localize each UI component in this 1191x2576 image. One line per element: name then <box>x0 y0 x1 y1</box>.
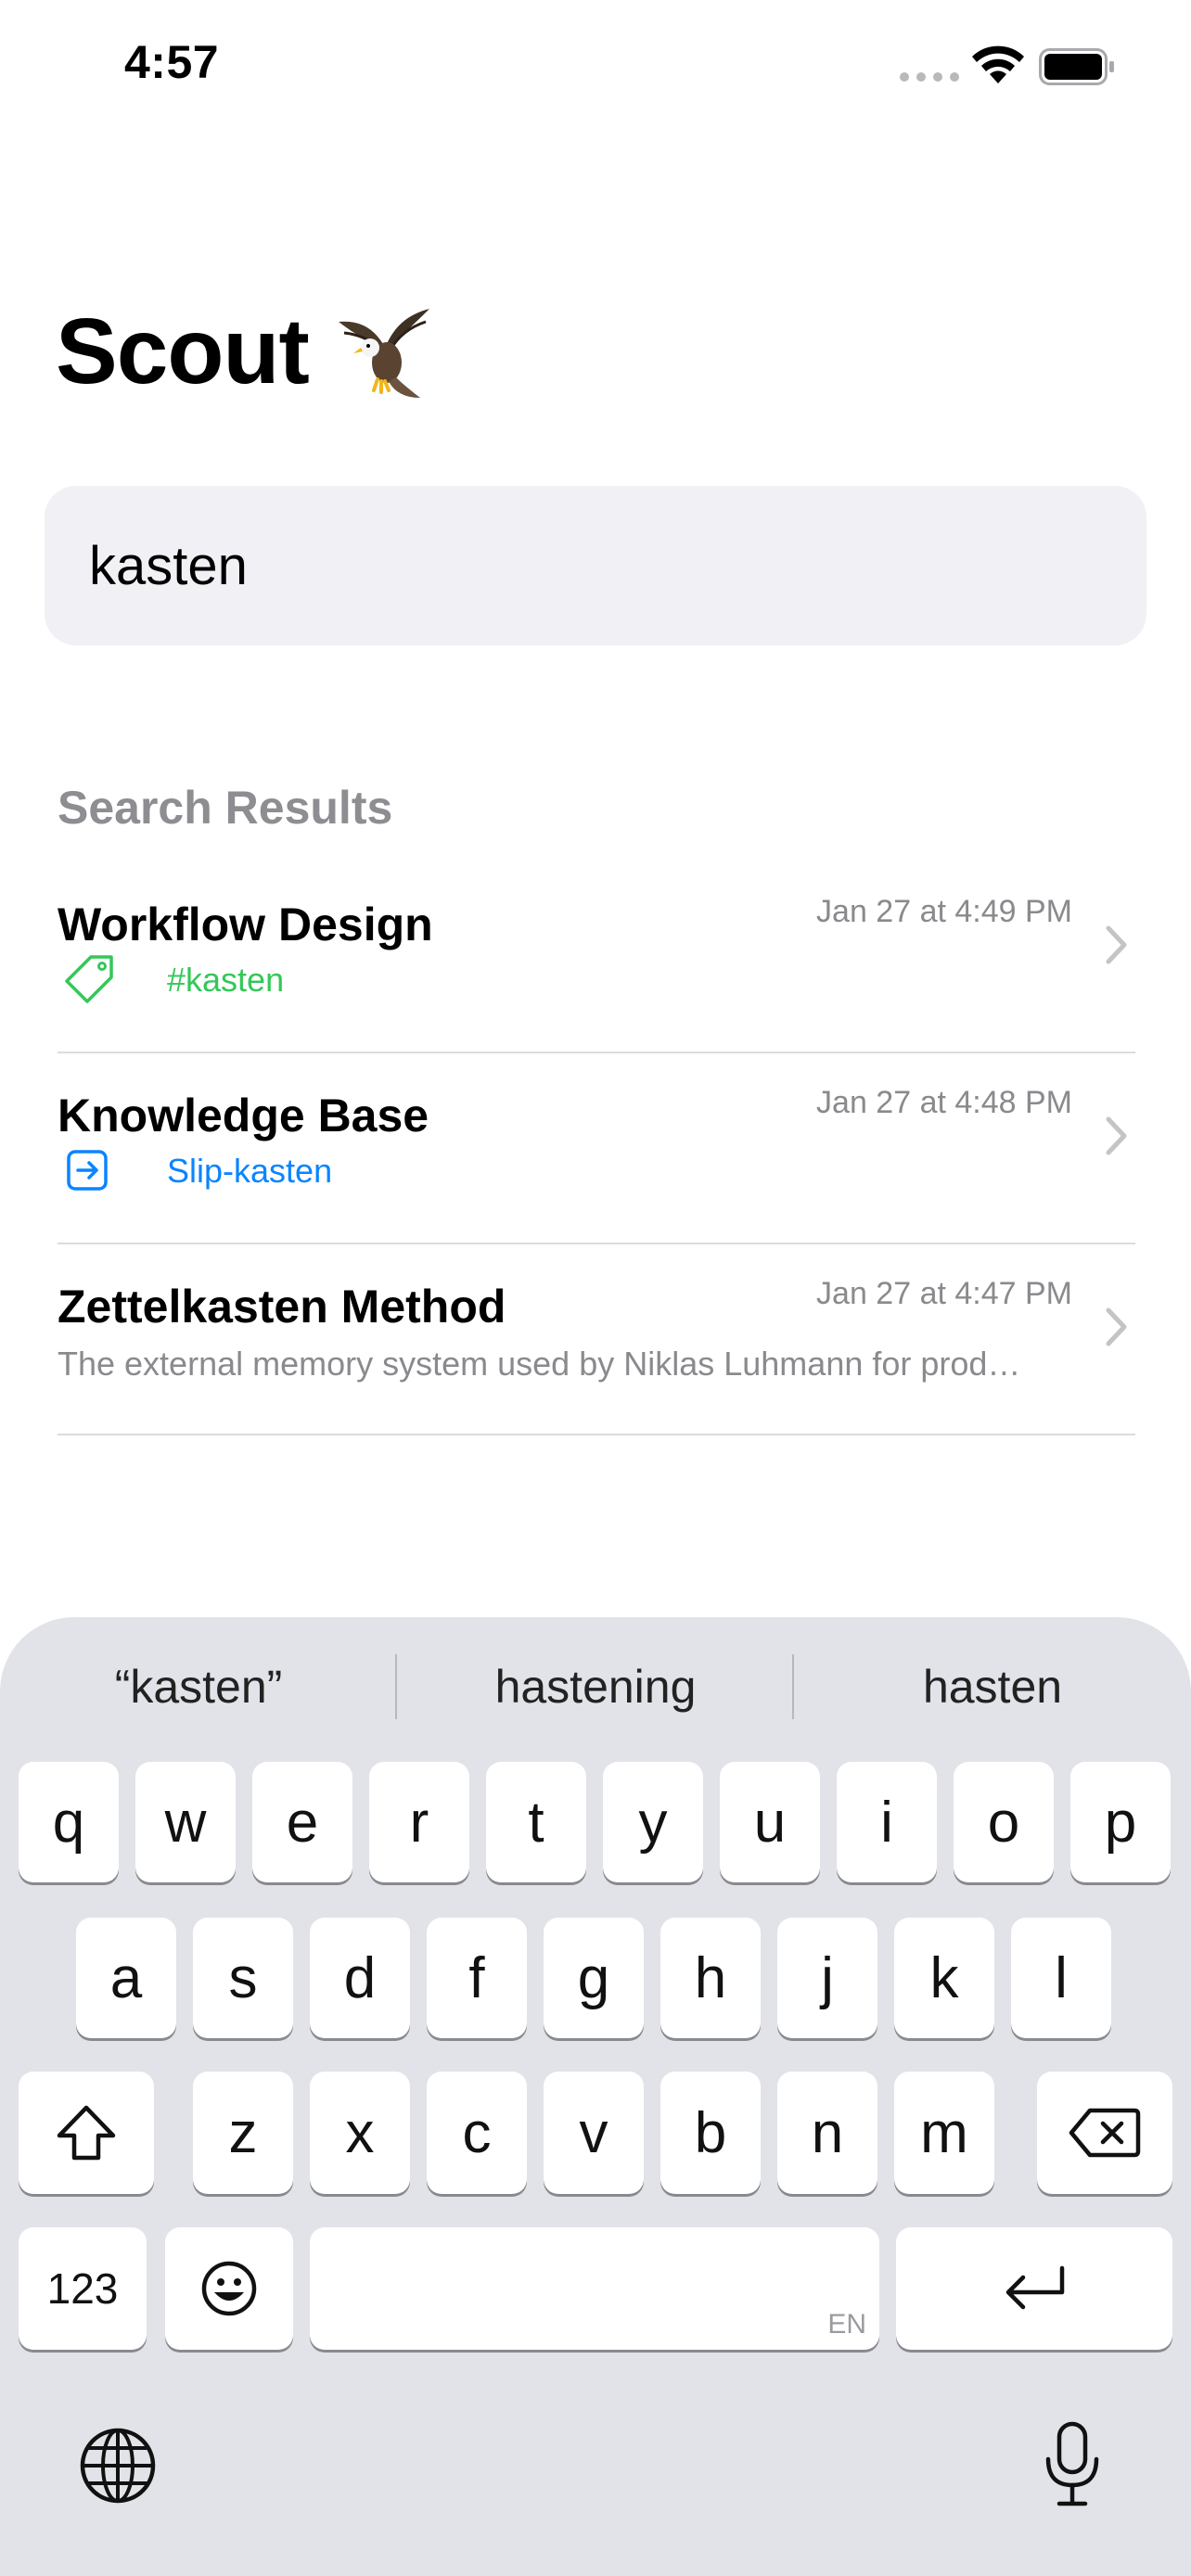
app-title: Scout <box>56 300 310 403</box>
key-g[interactable]: g <box>544 1918 644 2038</box>
key-i[interactable]: i <box>837 1762 937 1882</box>
result-date: Jan 27 at 4:48 PM <box>816 1085 1072 1120</box>
search-input[interactable] <box>89 486 1109 645</box>
chevron-right-icon <box>1106 1116 1127 1155</box>
key-e[interactable]: e <box>252 1762 352 1882</box>
result-date: Jan 27 at 4:47 PM <box>816 1276 1072 1311</box>
space-key[interactable]: EN <box>310 2227 879 2350</box>
chevron-right-icon <box>1106 1307 1127 1346</box>
key-f[interactable]: f <box>427 1918 527 2038</box>
keyboard-language-label: EN <box>827 2309 866 2340</box>
key-a[interactable]: a <box>76 1918 176 2038</box>
key-z[interactable]: z <box>193 2072 293 2194</box>
key-q[interactable]: q <box>19 1762 119 1882</box>
tag-icon <box>65 955 113 1003</box>
key-t[interactable]: t <box>486 1762 586 1882</box>
link-arrow-icon <box>67 1150 108 1191</box>
result-title: Workflow Design <box>58 899 433 950</box>
result-row-zettelkasten-method[interactable]: Zettelkasten Method Jan 27 at 4:47 PM Th… <box>0 1244 1191 1435</box>
page-title: Scout <box>56 299 435 405</box>
key-l[interactable]: l <box>1011 1918 1111 2038</box>
row-divider <box>58 1434 1135 1435</box>
return-icon <box>1005 2265 1065 2310</box>
key-b[interactable]: b <box>660 2072 761 2194</box>
microphone-icon[interactable] <box>1043 2420 1102 2509</box>
key-j[interactable]: j <box>777 1918 877 2038</box>
key-s[interactable]: s <box>193 1918 293 2038</box>
key-h[interactable]: h <box>660 1918 761 2038</box>
wifi-icon <box>972 45 1024 83</box>
battery-icon <box>1039 48 1114 85</box>
status-time: 4:57 <box>124 36 220 88</box>
suggestion-2[interactable]: hastening <box>397 1645 794 1728</box>
key-x[interactable]: x <box>310 2072 410 2194</box>
keyboard: “kasten” hastening hasten q w e r t y u … <box>0 1617 1191 2576</box>
backspace-icon <box>1069 2108 1141 2158</box>
key-o[interactable]: o <box>954 1762 1054 1882</box>
key-c[interactable]: c <box>427 2072 527 2194</box>
shift-key[interactable] <box>19 2072 154 2194</box>
key-m[interactable]: m <box>894 2072 994 2194</box>
emoji-icon <box>201 2261 257 2316</box>
delete-key[interactable] <box>1037 2072 1172 2194</box>
suggestion-1[interactable]: “kasten” <box>0 1645 397 1728</box>
cellular-signal-icon <box>900 72 959 82</box>
section-header: Search Results <box>58 782 393 834</box>
result-link: Slip-kasten <box>167 1152 333 1190</box>
key-d[interactable]: d <box>310 1918 410 2038</box>
key-y[interactable]: y <box>603 1762 703 1882</box>
numbers-key[interactable]: 123 <box>19 2227 147 2350</box>
result-date: Jan 27 at 4:49 PM <box>816 894 1072 929</box>
search-field[interactable] <box>45 486 1146 645</box>
emoji-key[interactable] <box>165 2227 293 2350</box>
eagle-icon <box>338 308 429 398</box>
chevron-right-icon <box>1106 925 1127 964</box>
key-p[interactable]: p <box>1070 1762 1171 1882</box>
shift-icon <box>57 2105 116 2161</box>
key-v[interactable]: v <box>544 2072 644 2194</box>
result-title: Knowledge Base <box>58 1090 429 1141</box>
result-title: Zettelkasten Method <box>58 1281 506 1333</box>
key-u[interactable]: u <box>720 1762 820 1882</box>
return-key[interactable] <box>896 2227 1172 2350</box>
result-tag: #kasten <box>167 961 285 999</box>
key-k[interactable]: k <box>894 1918 994 2038</box>
globe-icon[interactable] <box>78 2426 158 2506</box>
result-description: The external memory system used by Nikla… <box>58 1345 1021 1383</box>
key-w[interactable]: w <box>135 1762 236 1882</box>
result-row-knowledge-base[interactable]: Knowledge Base Jan 27 at 4:48 PM Slip-ka… <box>0 1053 1191 1244</box>
result-row-workflow-design[interactable]: Workflow Design Jan 27 at 4:49 PM #kaste… <box>0 862 1191 1053</box>
key-r[interactable]: r <box>369 1762 469 1882</box>
key-n[interactable]: n <box>777 2072 877 2194</box>
suggestion-3[interactable]: hasten <box>794 1645 1191 1728</box>
